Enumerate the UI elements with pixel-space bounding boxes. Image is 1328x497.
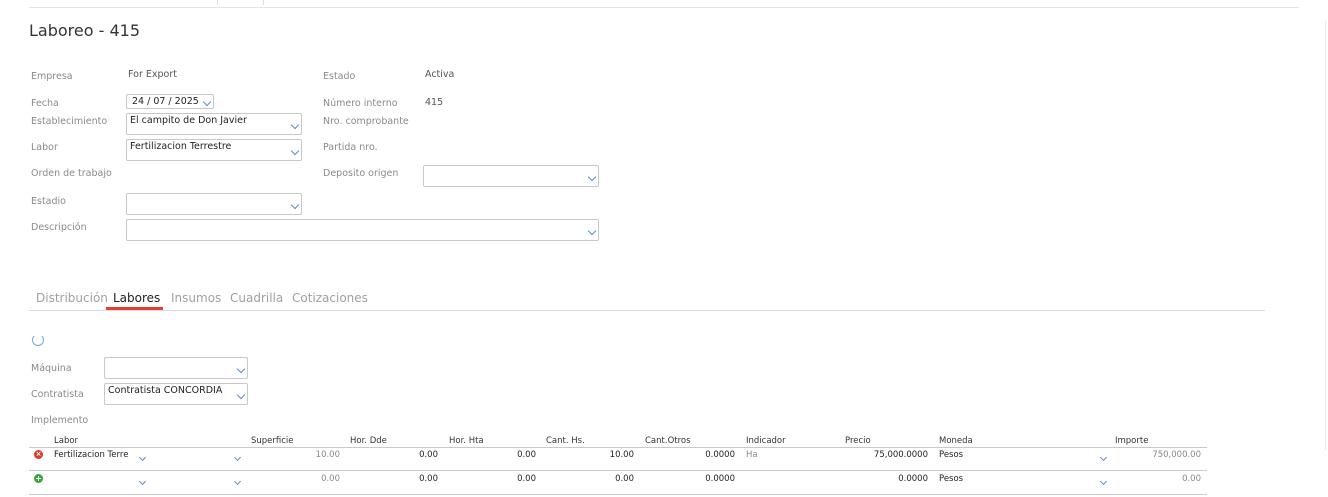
numero-interno-value: 415 — [425, 97, 444, 108]
maquina-label: Máquina — [31, 363, 72, 374]
chevron-down-icon[interactable] — [1099, 453, 1108, 462]
chevron-down-icon[interactable] — [233, 477, 242, 486]
hor-hta-cell[interactable]: 0.00 — [478, 450, 536, 460]
tab-insumos[interactable]: Insumos — [171, 291, 221, 305]
superficie-cell[interactable]: 0.00 — [280, 474, 340, 484]
estado-label: Estado — [323, 71, 356, 82]
orden-trabajo-label: Orden de trabajo — [31, 168, 112, 179]
cant-hs-cell[interactable]: 0.00 — [575, 474, 634, 484]
chevron-down-icon[interactable] — [290, 120, 300, 130]
cant-otros-cell[interactable]: 0.0000 — [675, 450, 735, 460]
tab-distribucion[interactable]: Distribución — [36, 291, 108, 305]
estado-value: Activa — [425, 69, 455, 80]
moneda-cell[interactable]: Pesos — [939, 450, 963, 460]
labor-cell[interactable]: Fertilizacion Terre — [54, 450, 128, 460]
chevron-down-icon[interactable] — [236, 390, 246, 400]
estadio-label: Estadio — [31, 196, 66, 207]
deposito-origen-select[interactable] — [423, 165, 599, 187]
column-header-superficie: Superficie — [251, 436, 294, 446]
chevron-down-icon[interactable] — [236, 364, 246, 374]
chevron-down-icon[interactable] — [233, 453, 242, 462]
column-header-hor-dde: Hor. Dde — [350, 436, 387, 446]
descripcion-label: Descripción — [31, 222, 87, 233]
page-title: Laboreo - 415 — [29, 21, 141, 40]
active-tab-indicator — [106, 307, 163, 310]
deposito-origen-label: Deposito origen — [323, 168, 399, 179]
labor-value: Fertilizacion Terrestre — [130, 141, 232, 152]
contratista-select[interactable]: Contratista CONCORDIA — [104, 383, 248, 405]
column-header-precio: Precio — [845, 436, 871, 446]
column-header-cant-hs: Cant. Hs. — [546, 436, 585, 446]
tab-bar: Distribución Labores Insumos Cuadrilla C… — [29, 290, 1265, 311]
hor-hta-cell[interactable]: 0.00 — [478, 474, 536, 484]
chevron-down-icon[interactable] — [587, 226, 597, 236]
column-header-labor: Labor — [54, 436, 79, 446]
chevron-down-icon[interactable] — [290, 146, 300, 156]
indicador-cell: Ha — [746, 450, 758, 460]
labor-label: Labor — [31, 142, 58, 153]
maquina-select[interactable] — [104, 357, 248, 379]
column-header-indicador: Indicador — [746, 436, 786, 446]
column-header-cant-otros: Cant.Otros — [645, 436, 691, 446]
establecimiento-label: Establecimiento — [31, 116, 108, 127]
contratista-label: Contratista — [31, 389, 84, 400]
implemento-label: Implemento — [31, 415, 89, 426]
top-tab-divider — [263, 0, 264, 5]
table-row-divider — [29, 470, 1207, 471]
fecha-label: Fecha — [31, 98, 59, 109]
importe-cell: 750,000.00 — [1152, 450, 1201, 460]
refresh-icon[interactable] — [32, 334, 44, 346]
empresa-label: Empresa — [31, 71, 73, 82]
column-header-importe: Importe — [1115, 436, 1149, 446]
chevron-down-icon[interactable] — [290, 200, 300, 210]
column-header-hor-hta: Hor. Hta — [449, 436, 484, 446]
partida-label: Partida nro. — [323, 142, 378, 153]
chevron-down-icon[interactable] — [138, 453, 147, 462]
descripcion-input[interactable] — [126, 219, 599, 241]
table-header-divider — [29, 447, 1207, 448]
cant-hs-cell[interactable]: 10.00 — [575, 450, 634, 460]
precio-cell[interactable]: 0.0000 — [840, 474, 928, 484]
top-tab-divider — [217, 0, 218, 5]
fecha-date-input[interactable]: 24 / 07 / 2025 — [126, 94, 214, 109]
tab-cuadrilla[interactable]: Cuadrilla — [230, 291, 283, 305]
right-divider — [1325, 20, 1326, 450]
tab-cotizaciones[interactable]: Cotizaciones — [292, 291, 368, 305]
chevron-down-icon[interactable] — [1099, 477, 1108, 486]
hor-dde-cell[interactable]: 0.00 — [380, 474, 438, 484]
empresa-value: For Export — [128, 69, 177, 80]
estadio-select[interactable] — [126, 193, 302, 215]
delete-row-icon[interactable]: × — [34, 450, 43, 459]
chevron-down-icon[interactable] — [587, 172, 597, 182]
cant-otros-cell[interactable]: 0.0000 — [675, 474, 735, 484]
add-row-icon[interactable]: + — [34, 474, 43, 483]
column-header-moneda: Moneda — [939, 436, 973, 446]
labor-select[interactable]: Fertilizacion Terrestre — [126, 139, 302, 161]
chevron-down-icon[interactable] — [138, 477, 147, 486]
numero-interno-label: Número interno — [323, 98, 398, 109]
nro-comprobante-label: Nro. comprobante — [323, 116, 409, 127]
precio-cell[interactable]: 75,000.0000 — [840, 450, 928, 460]
contratista-value: Contratista CONCORDIA — [108, 385, 223, 396]
superficie-cell[interactable]: 10.00 — [280, 450, 340, 460]
establecimiento-select[interactable]: El campito de Don Javier — [126, 113, 302, 135]
top-divider — [29, 7, 1299, 8]
tab-labores[interactable]: Labores — [113, 291, 160, 305]
table-bottom-divider — [29, 494, 1207, 495]
chevron-down-icon[interactable] — [202, 97, 212, 107]
hor-dde-cell[interactable]: 0.00 — [380, 450, 438, 460]
moneda-cell[interactable]: Pesos — [939, 474, 963, 484]
importe-cell: 0.00 — [1182, 474, 1201, 484]
fecha-value: 24 / 07 / 2025 — [132, 96, 199, 107]
establecimiento-value: El campito de Don Javier — [130, 115, 247, 126]
